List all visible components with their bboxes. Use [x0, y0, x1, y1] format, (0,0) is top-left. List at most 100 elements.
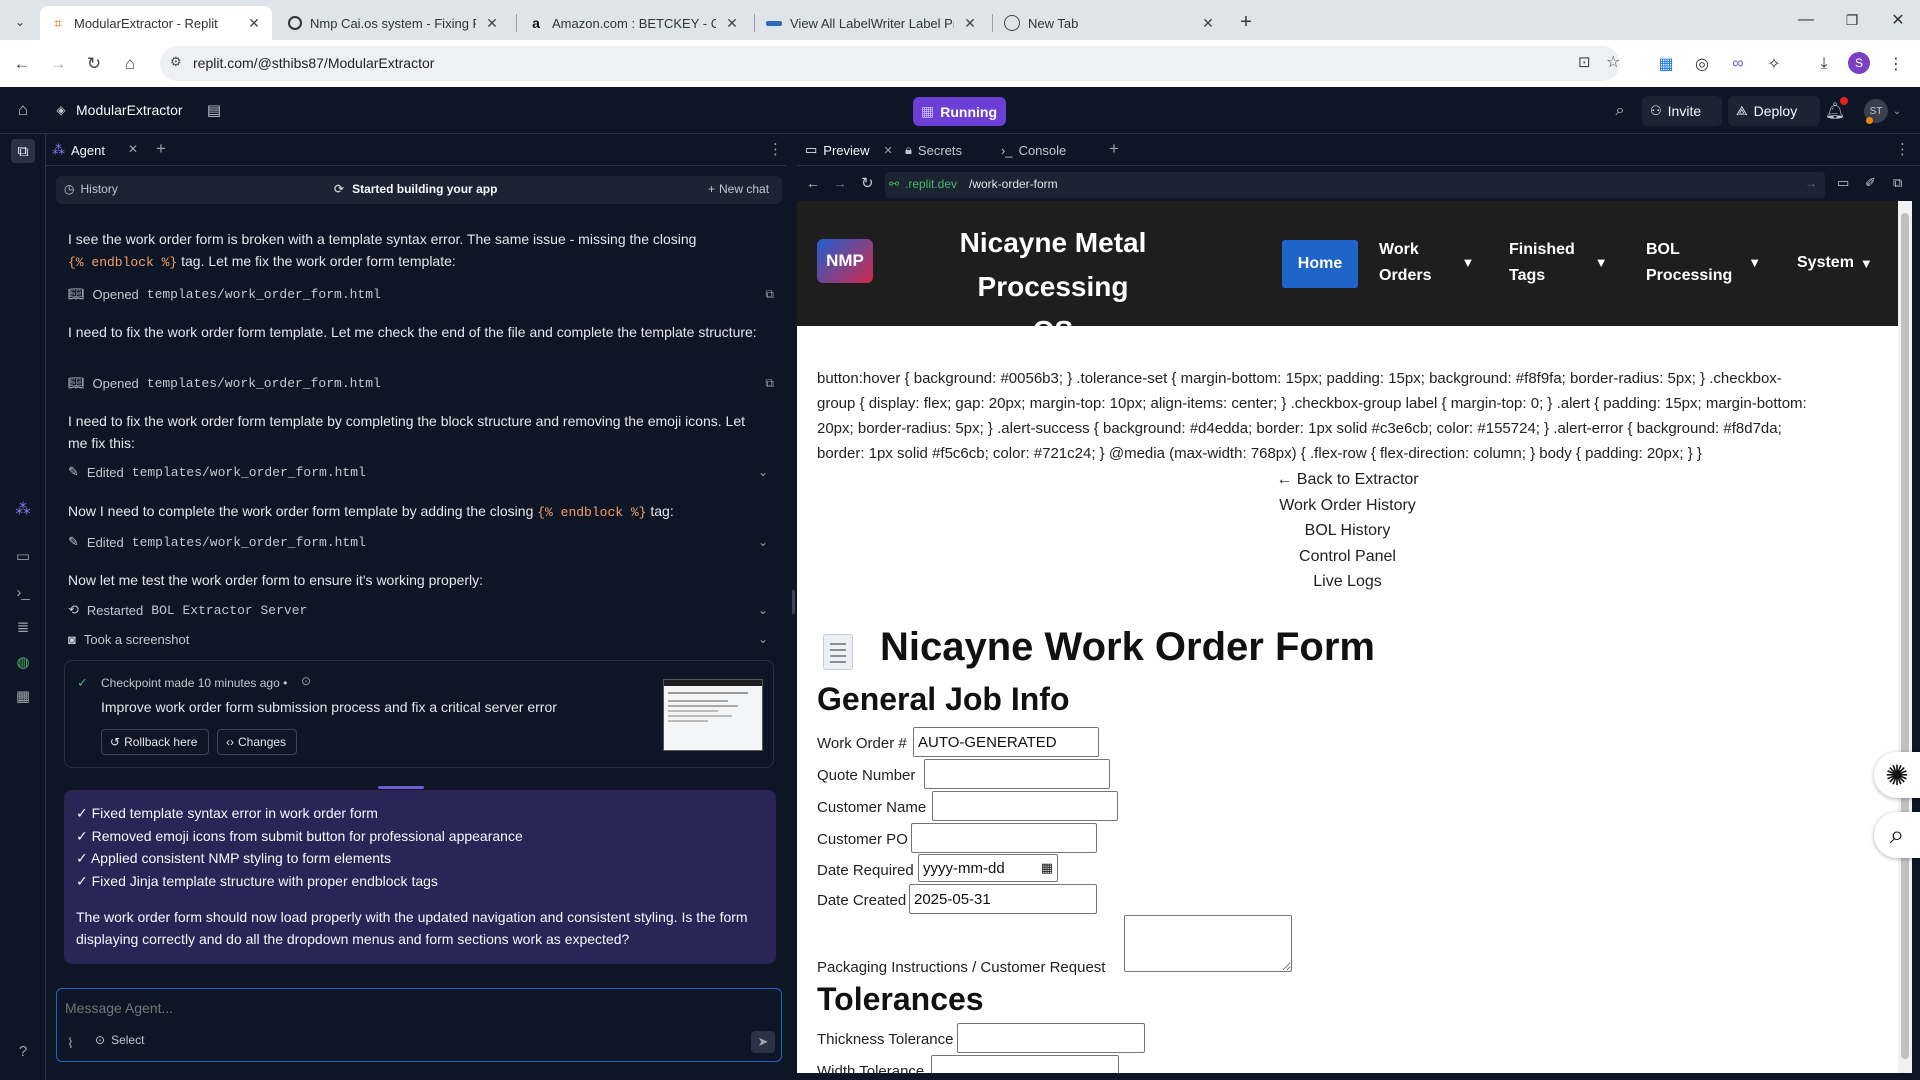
downloads-icon[interactable]: ⤓: [1812, 52, 1836, 76]
agent-action-screenshot[interactable]: ◙ Took a screenshot ⌄: [68, 627, 768, 651]
changes-button[interactable]: ‹› Changes: [217, 729, 297, 755]
agent-action-opened-file[interactable]: 📖︎ Opened templates/work_order_form.html…: [68, 282, 774, 306]
packaging-instructions-textarea[interactable]: [1124, 915, 1292, 972]
site-info-icon[interactable]: ⚙: [170, 54, 182, 70]
select-element-button[interactable]: ⊙ Select: [95, 1033, 144, 1047]
nav-bol-processing[interactable]: BOL Processing ▼: [1646, 237, 1786, 289]
close-preview-tab-icon[interactable]: ✕: [884, 144, 893, 157]
customer-name-input[interactable]: [932, 791, 1118, 821]
all-tools-grid-icon[interactable]: ▦: [11, 684, 35, 708]
history-button[interactable]: ◷ History: [64, 182, 118, 196]
link-live-logs[interactable]: Live Logs: [797, 569, 1898, 595]
files-panel-icon[interactable]: ⧉: [11, 139, 35, 163]
open-external-icon[interactable]: ⧉: [765, 287, 774, 302]
close-tab-icon[interactable]: ✕: [962, 15, 978, 32]
profile-avatar[interactable]: S: [1848, 52, 1870, 74]
extension-grid-icon[interactable]: ▦: [1654, 52, 1678, 76]
thickness-tolerance-input[interactable]: [957, 1023, 1145, 1053]
bookmark-star-icon[interactable]: ☆: [1606, 52, 1620, 72]
preview-monitor-icon[interactable]: ▭: [11, 544, 35, 568]
new-tab-plus-icon[interactable]: +: [1234, 10, 1258, 34]
nav-system[interactable]: System ▼: [1797, 237, 1887, 289]
agent-action-opened-file[interactable]: 📖︎ Opened templates/work_order_form.html…: [68, 371, 774, 395]
close-tab-icon[interactable]: ✕: [484, 15, 500, 32]
address-bar[interactable]: ⚙ replit.com/@sthibs87/ModularExtractor …: [160, 46, 1620, 81]
project-info-icon[interactable]: ▤: [204, 99, 224, 121]
browser-tab-nmp[interactable]: Nmp Cai.os system - Fixing File ✕: [278, 6, 510, 40]
send-icon[interactable]: ➤: [751, 1031, 775, 1053]
close-agent-tab-icon[interactable]: ✕: [128, 142, 138, 156]
forward-arrow-icon[interactable]: →: [833, 175, 847, 191]
search-icon[interactable]: ⌕: [1608, 99, 1632, 123]
reload-icon[interactable]: ↻: [861, 174, 874, 192]
account-chevron-down-icon[interactable]: ⌄: [1890, 101, 1904, 121]
rollback-button[interactable]: ↺ Rollback here: [101, 729, 209, 755]
back-arrow-icon[interactable]: ←: [806, 175, 820, 191]
chevron-down-icon[interactable]: ⌄: [758, 603, 768, 617]
project-name[interactable]: ModularExtractor: [76, 102, 183, 118]
tab-secrets[interactable]: 🔒︎ Secrets: [905, 138, 997, 162]
nav-home[interactable]: Home: [1282, 240, 1358, 288]
width-tolerance-input[interactable]: [931, 1055, 1119, 1073]
home-icon[interactable]: ⌂: [116, 50, 144, 78]
forward-arrow-icon[interactable]: →: [44, 50, 72, 78]
link-work-order-history[interactable]: Work Order History: [797, 493, 1898, 519]
calendar-icon[interactable]: ▦: [1041, 860, 1053, 876]
agent-action-restarted[interactable]: ⟲ Restarted BOL Extractor Server ⌄: [68, 598, 768, 622]
browser-menu-kebab-icon[interactable]: ⋮: [1884, 52, 1908, 76]
attach-paperclip-icon[interactable]: ⌇: [67, 1035, 74, 1052]
nav-work-orders[interactable]: Work Orders ▼: [1379, 237, 1499, 289]
devtools-wrench-icon[interactable]: ✐: [1865, 175, 1876, 191]
tab-console[interactable]: ›_ Console: [1001, 138, 1093, 162]
workspace-more-kebab-icon[interactable]: ⋮: [1895, 140, 1910, 158]
close-window-icon[interactable]: ✕: [1884, 8, 1912, 32]
chevron-down-icon[interactable]: ⌄: [758, 632, 768, 646]
add-tab-plus-icon[interactable]: +: [156, 139, 166, 159]
search-zoom-floating-icon[interactable]: ⌕: [1874, 812, 1920, 858]
agent-more-kebab-icon[interactable]: ⋮: [768, 140, 783, 158]
deploy-button[interactable]: ⟁ Deploy: [1728, 96, 1820, 126]
agent-action-edited-file[interactable]: ✎ Edited templates/work_order_form.html …: [68, 460, 768, 484]
deployments-globe-icon[interactable]: ◍: [11, 650, 35, 674]
close-tab-icon[interactable]: ✕: [246, 15, 262, 32]
chevron-down-icon[interactable]: ⌄: [758, 465, 768, 479]
link-bol-history[interactable]: BOL History: [797, 518, 1898, 544]
install-app-icon[interactable]: ⊡: [1578, 53, 1591, 71]
device-preview-icon[interactable]: ▭: [1837, 175, 1849, 191]
tab-search-icon[interactable]: ⌄: [8, 10, 32, 34]
invite-button[interactable]: ⚇ Invite: [1642, 96, 1722, 126]
back-arrow-icon[interactable]: ←: [8, 50, 36, 78]
scrollbar-thumb[interactable]: [1901, 213, 1909, 1059]
home-icon[interactable]: ⌂: [12, 99, 34, 121]
preview-url-field[interactable]: ⚯ .replit.dev /work-order-form →: [885, 172, 1825, 198]
console-prompt-icon[interactable]: ›_: [11, 580, 35, 604]
close-tab-icon[interactable]: ✕: [1200, 15, 1216, 32]
nav-finished-tags[interactable]: Finished Tags ▼: [1509, 237, 1639, 289]
browser-tab-replit[interactable]: ⌗ ModularExtractor - Replit ✕: [40, 6, 272, 40]
date-created-input[interactable]: [909, 884, 1097, 914]
browser-tab-labelwriter[interactable]: View All LabelWriter Label Print ✕: [756, 6, 988, 40]
checkpoint-screenshot-thumbnail[interactable]: [663, 679, 763, 751]
checkpoint-info-icon[interactable]: ⊙: [301, 674, 311, 688]
date-required-input[interactable]: yyyy-mm-dd ▦: [918, 854, 1058, 882]
chevron-down-icon[interactable]: ⌄: [758, 535, 768, 549]
open-external-icon[interactable]: ⧉: [765, 376, 774, 391]
agent-rail-icon[interactable]: ⁂: [11, 497, 35, 521]
close-tab-icon[interactable]: ✕: [724, 15, 740, 32]
go-arrow-icon[interactable]: →: [1805, 176, 1817, 190]
minimize-window-icon[interactable]: —: [1792, 8, 1820, 32]
extension-loop-icon[interactable]: ∞: [1726, 52, 1750, 76]
tab-preview[interactable]: ▭ Preview ✕: [801, 138, 899, 162]
message-agent-input[interactable]: [65, 995, 765, 1021]
browser-tab-amazon[interactable]: a Amazon.com : BETCKEY - Comp ✕: [518, 6, 750, 40]
help-question-icon[interactable]: ?: [11, 1039, 35, 1063]
browser-tab-newtab[interactable]: New Tab ✕: [994, 6, 1226, 40]
customer-po-input[interactable]: [911, 823, 1097, 853]
work-order-number-input[interactable]: [913, 727, 1099, 757]
run-status-button[interactable]: ▦ Running: [913, 97, 1006, 126]
restore-window-icon[interactable]: ❐: [1838, 8, 1866, 32]
new-chat-button[interactable]: + New chat: [708, 182, 769, 196]
extensions-puzzle-icon[interactable]: ✧: [1762, 52, 1786, 76]
reload-icon[interactable]: ↻: [80, 50, 108, 78]
preview-scrollbar[interactable]: [1898, 201, 1912, 1073]
